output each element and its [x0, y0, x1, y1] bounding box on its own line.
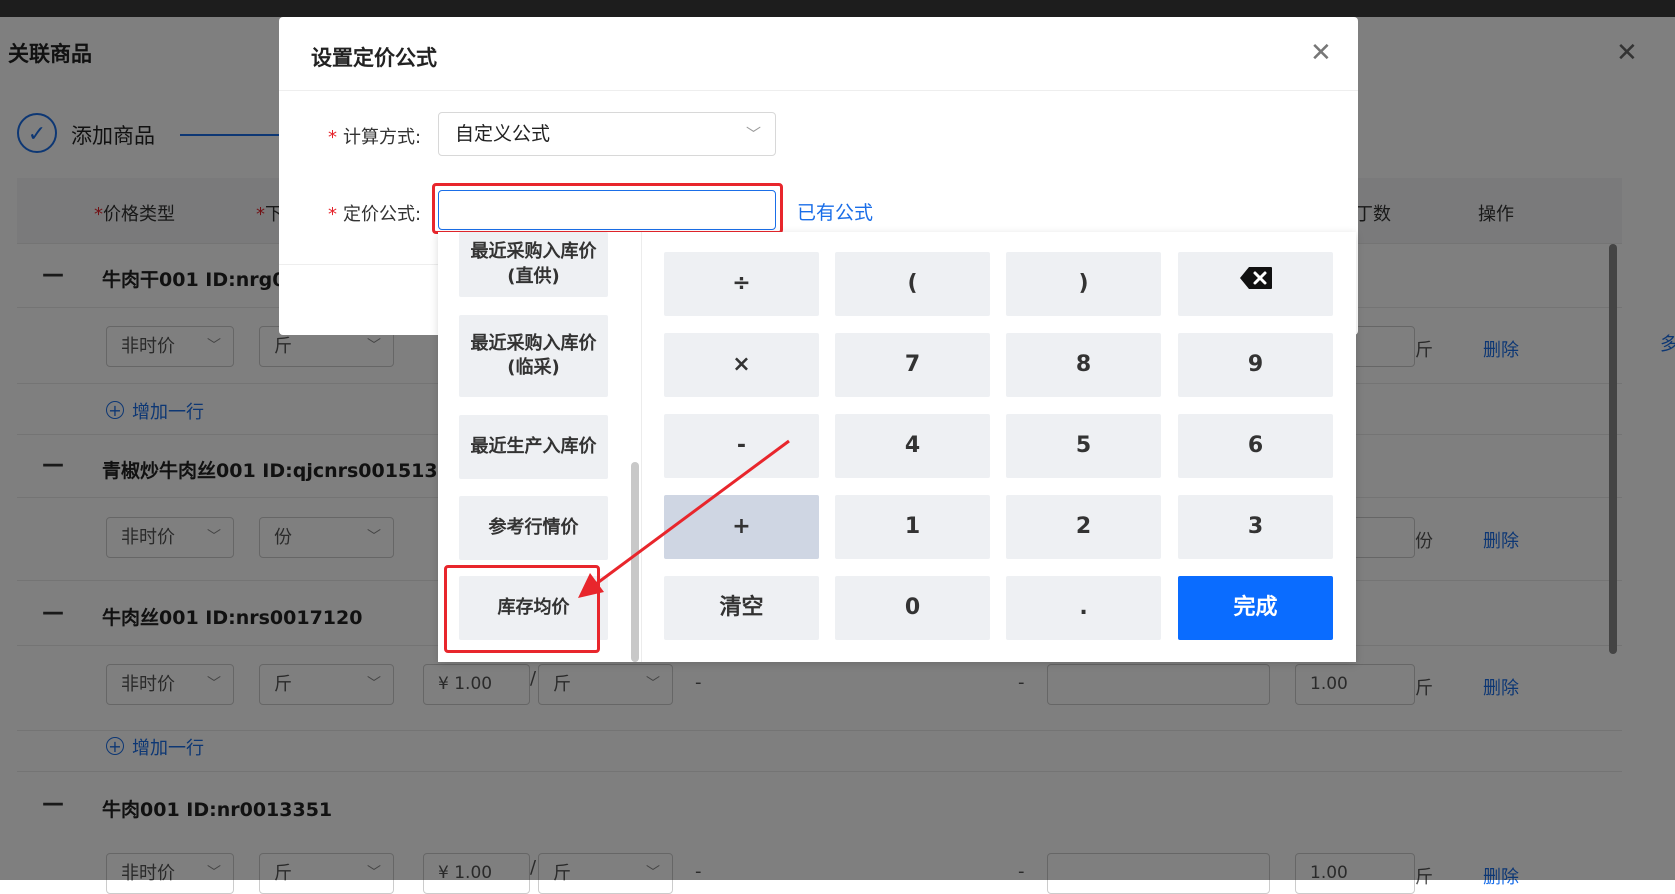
key-8[interactable]: 8 [1006, 333, 1161, 397]
key-5[interactable]: 5 [1006, 414, 1161, 478]
chevron-down-icon: ﹀ [745, 125, 761, 143]
key-4[interactable]: 4 [835, 414, 990, 478]
key-plus[interactable]: + [664, 495, 819, 559]
key-3[interactable]: 3 [1178, 495, 1333, 559]
key-1[interactable]: 1 [835, 495, 990, 559]
variable-item[interactable]: 最近采购入库价 (临采) [459, 315, 608, 397]
existing-formula-link[interactable]: 已有公式 [797, 198, 873, 225]
annotation-highlight-box [432, 183, 783, 234]
formula-label: * 定价公式: [328, 204, 422, 225]
key-9[interactable]: 9 [1178, 333, 1333, 397]
calc-method-label: * 计算方式: [328, 127, 422, 148]
modal-divider [279, 90, 1358, 91]
variable-item[interactable]: 参考行情价 [459, 496, 608, 560]
backspace-icon [1239, 252, 1273, 316]
close-icon[interactable]: ✕ [1310, 38, 1332, 68]
variable-item[interactable]: 最近采购入库价 (直供) [459, 232, 608, 297]
key-multiply[interactable]: × [664, 333, 819, 397]
variable-item[interactable]: 最近生产入库价 [459, 415, 608, 479]
key-minus[interactable]: - [664, 414, 819, 478]
key-backspace[interactable] [1178, 252, 1333, 316]
key-open-paren[interactable]: ( [835, 252, 990, 316]
done-button[interactable]: 完成 [1178, 576, 1333, 640]
key-divide[interactable]: ÷ [664, 252, 819, 316]
key-7[interactable]: 7 [835, 333, 990, 397]
key-6[interactable]: 6 [1178, 414, 1333, 478]
modal-footer-divider [279, 264, 439, 265]
variable-list-scrollbar[interactable] [631, 462, 639, 662]
calc-method-select[interactable]: 自定义公式 ﹀ [438, 112, 776, 156]
key-close-paren[interactable]: ) [1006, 252, 1161, 316]
modal-title: 设置定价公式 [311, 46, 437, 70]
key-2[interactable]: 2 [1006, 495, 1161, 559]
key-0[interactable]: 0 [835, 576, 990, 640]
clear-button[interactable]: 清空 [664, 576, 819, 640]
annotation-highlight-box [444, 565, 600, 653]
key-decimal[interactable]: . [1006, 576, 1161, 640]
